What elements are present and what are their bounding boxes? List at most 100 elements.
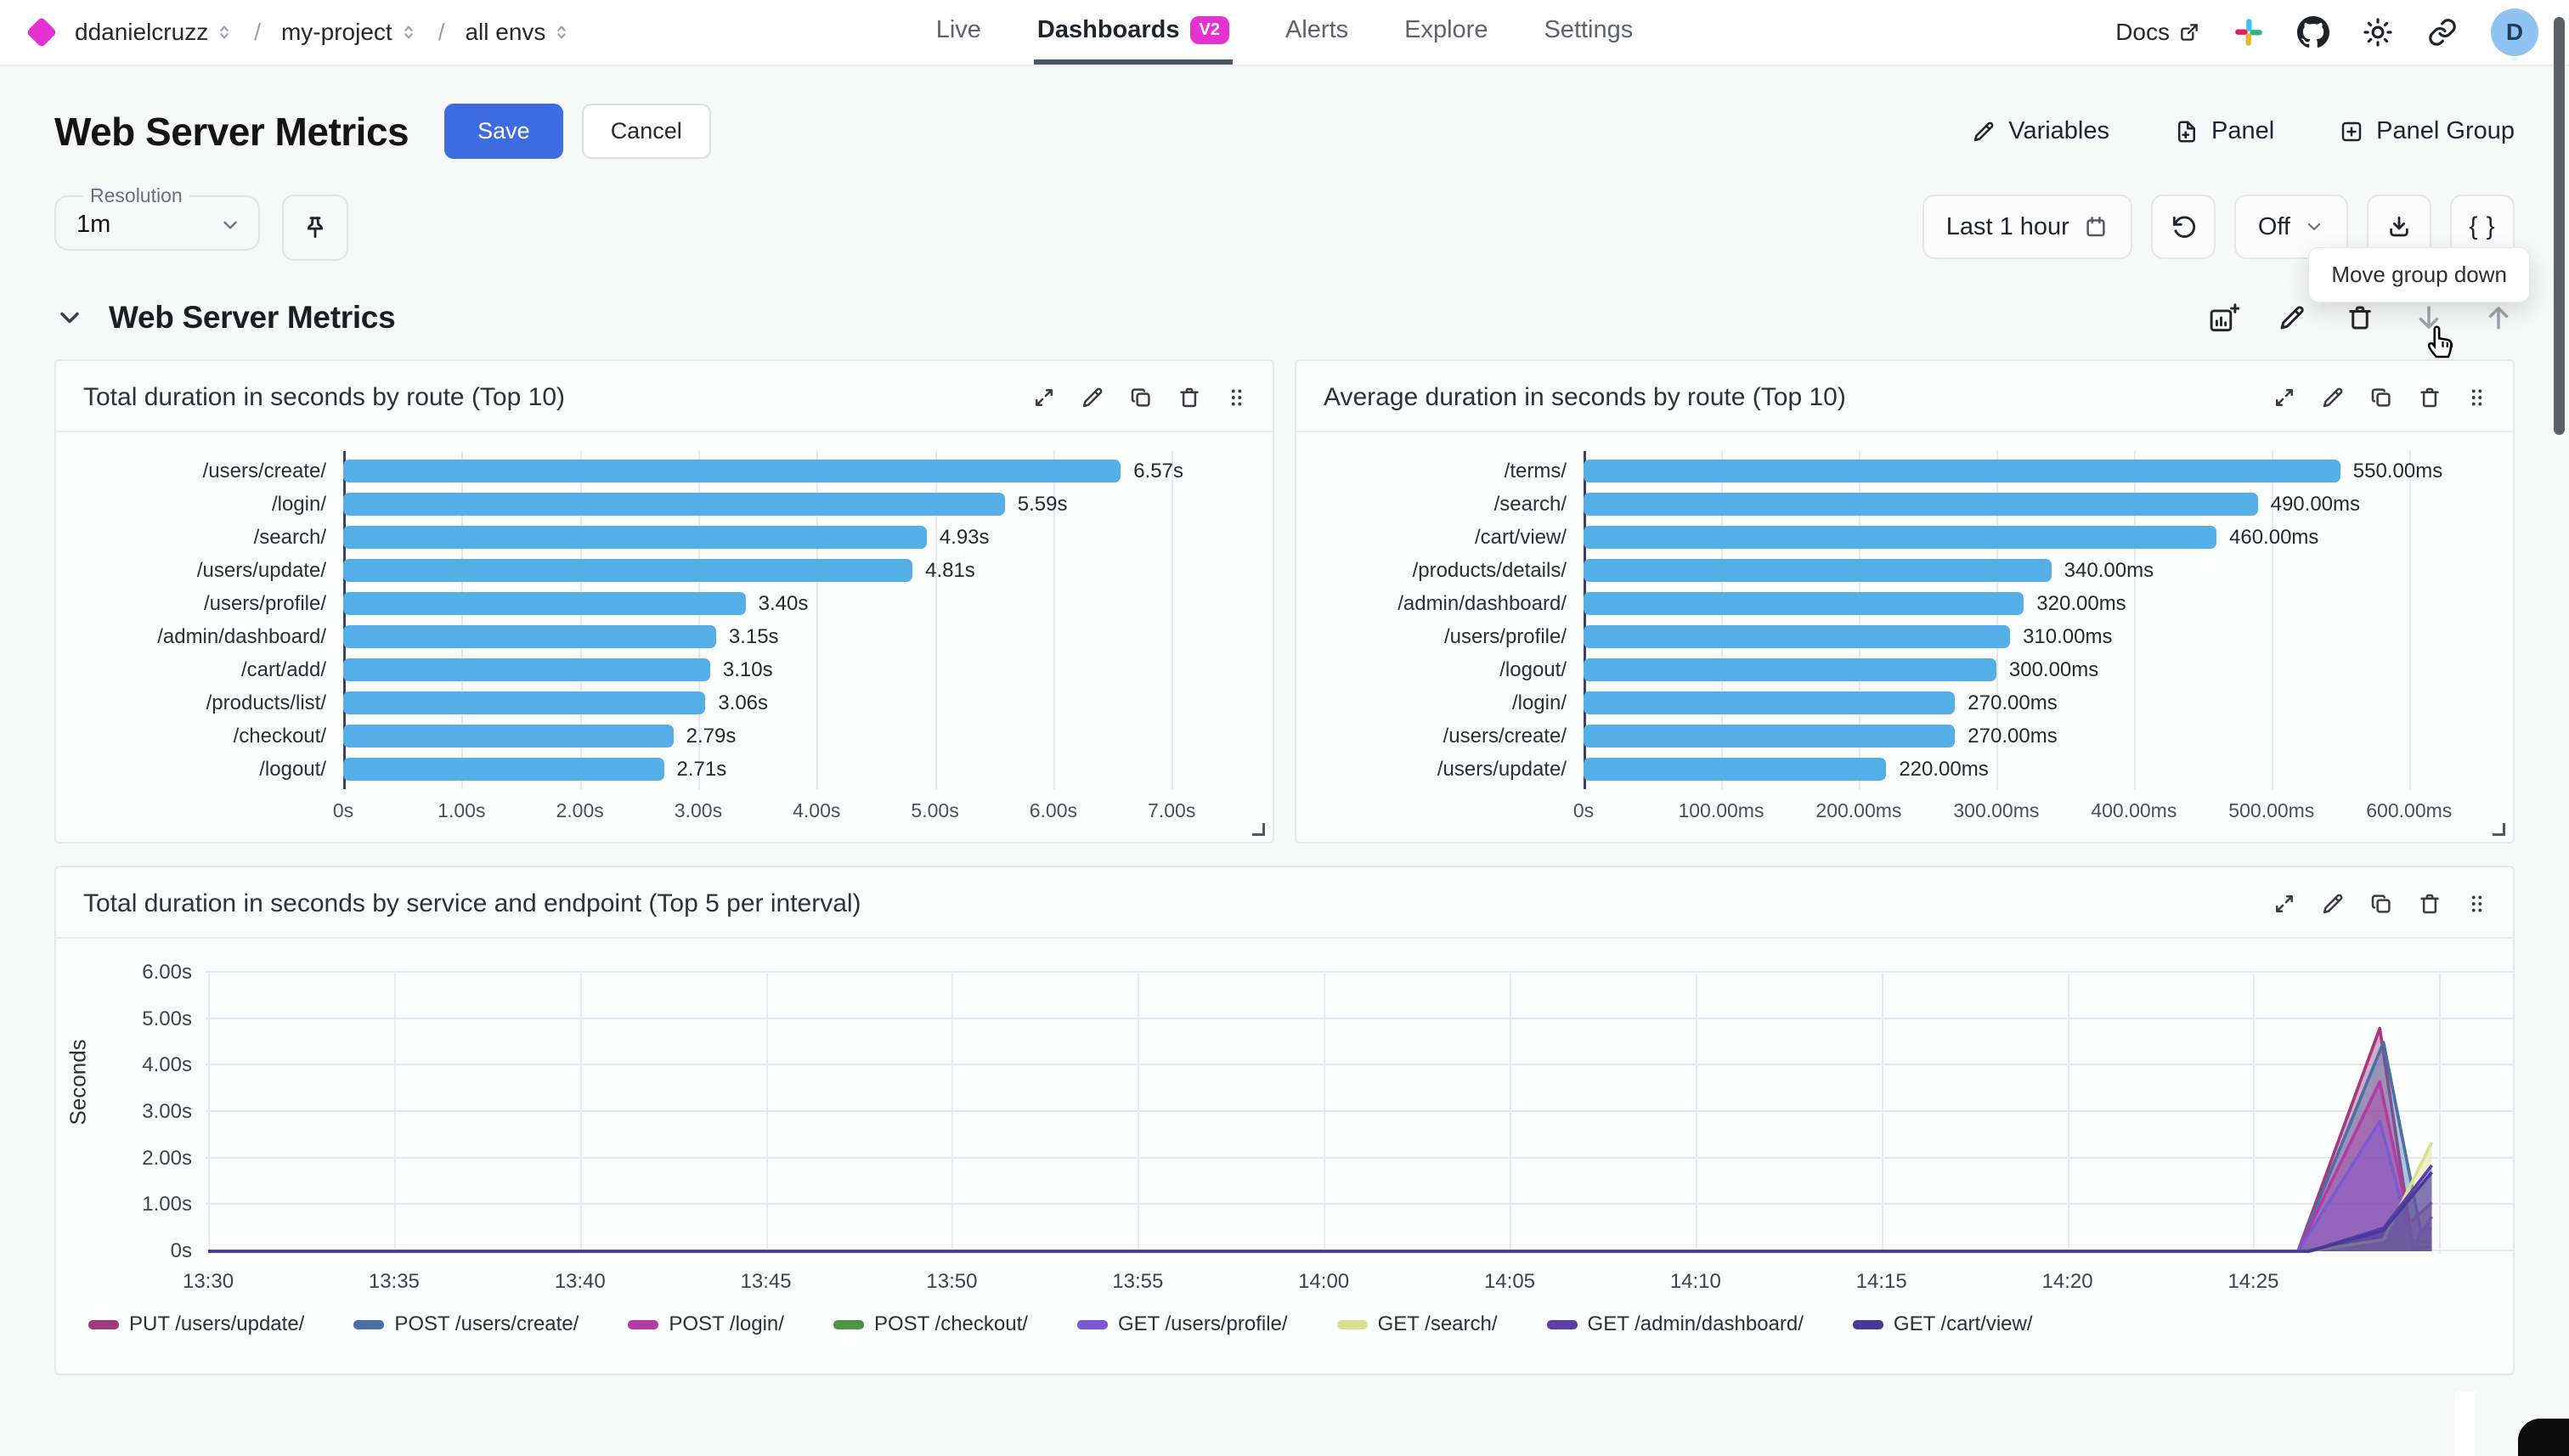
line-series	[208, 1081, 2431, 1251]
delete-panel-button[interactable]	[2417, 385, 2442, 410]
refresh-button[interactable]	[2151, 195, 2216, 259]
add-panel-group-button[interactable]: Panel Group	[2339, 117, 2515, 145]
panel-resize-handle[interactable]	[2493, 823, 2505, 836]
bar-row: /logout/2.71s	[82, 753, 1240, 786]
expand-panel-button[interactable]	[1031, 385, 1057, 410]
duplicate-panel-button[interactable]	[1128, 385, 1154, 410]
expand-panel-button[interactable]	[2272, 891, 2297, 917]
edit-panel-button[interactable]	[1080, 385, 1105, 410]
bar-category-label: /logout/	[82, 758, 343, 782]
tab-dashboards[interactable]: Dashboards V2	[1034, 0, 1233, 65]
bar[interactable]	[343, 526, 927, 549]
bar[interactable]	[343, 658, 710, 681]
collapse-group-button[interactable]	[54, 302, 85, 333]
bar-category-label: /users/update/	[1322, 758, 1584, 782]
duplicate-panel-button[interactable]	[2369, 891, 2394, 917]
user-avatar[interactable]: D	[2491, 8, 2538, 56]
slack-icon[interactable]	[2233, 16, 2265, 48]
bar[interactable]	[343, 493, 1005, 516]
tab-explore[interactable]: Explore	[1401, 0, 1491, 65]
tab-settings[interactable]: Settings	[1540, 0, 1636, 65]
variables-button[interactable]: Variables	[1971, 117, 2109, 145]
y-axis-label: Seconds	[65, 1039, 92, 1125]
bar-row: /users/update/4.81s	[82, 554, 1240, 587]
bar[interactable]	[343, 592, 746, 615]
bar[interactable]	[343, 758, 664, 781]
delete-panel-button[interactable]	[2417, 891, 2442, 917]
bar[interactable]	[1584, 658, 1996, 681]
x-axis-tick: 4.00s	[793, 799, 840, 822]
breadcrumb-env[interactable]: all envs	[465, 19, 571, 46]
time-range-button[interactable]: Last 1 hour	[1923, 195, 2132, 259]
cancel-button[interactable]: Cancel	[582, 104, 711, 159]
bar-row: /search/4.93s	[82, 521, 1240, 554]
delete-panel-button[interactable]	[1177, 385, 1202, 410]
pin-button[interactable]	[282, 195, 348, 261]
bar-category-label: /terms/	[1322, 460, 1584, 483]
legend-item[interactable]: GET /cart/view/	[1853, 1312, 2033, 1336]
bar[interactable]	[343, 559, 912, 582]
bar[interactable]	[343, 625, 716, 648]
move-group-up-button[interactable]	[2482, 302, 2515, 334]
delete-group-button[interactable]	[2345, 302, 2375, 333]
resolution-select[interactable]: Resolution 1m	[54, 184, 260, 251]
share-link-icon[interactable]	[2426, 16, 2459, 48]
add-chart-icon	[2207, 302, 2239, 334]
bar[interactable]	[343, 725, 674, 748]
breadcrumb-org[interactable]: ddanielcruzz	[75, 19, 234, 46]
drag-panel-handle[interactable]	[2465, 385, 2487, 410]
edit-panel-button[interactable]	[2320, 385, 2346, 410]
bar[interactable]	[1584, 493, 2258, 516]
panel-actions	[2272, 385, 2487, 410]
plot-area[interactable]	[206, 971, 2513, 1253]
edit-group-button[interactable]	[2277, 302, 2307, 333]
bar[interactable]	[1584, 725, 1955, 748]
bar[interactable]	[1584, 758, 1886, 781]
breadcrumb-project[interactable]: my-project	[281, 19, 418, 46]
theme-sun-icon[interactable]	[2362, 16, 2394, 48]
edit-panel-button[interactable]	[2320, 891, 2346, 917]
legend-item[interactable]: POST /checkout/	[833, 1312, 1028, 1336]
tab-live[interactable]: Live	[933, 0, 985, 65]
x-axis-tick: 0s	[333, 799, 353, 822]
legend-item[interactable]: GET /admin/dashboard/	[1547, 1312, 1804, 1336]
drag-panel-handle[interactable]	[1225, 385, 1247, 410]
bar[interactable]	[1584, 460, 2340, 483]
drag-panel-handle[interactable]	[2465, 891, 2487, 917]
bar[interactable]	[343, 460, 1121, 483]
docs-link[interactable]: Docs	[2115, 19, 2200, 46]
bar[interactable]	[343, 691, 705, 714]
app-logo[interactable]	[26, 17, 58, 48]
bar-row: /login/270.00ms	[1322, 686, 2481, 720]
duplicate-panel-button[interactable]	[2369, 385, 2394, 410]
breadcrumb-separator: /	[433, 19, 450, 46]
github-icon[interactable]	[2297, 16, 2329, 48]
move-group-down-button[interactable]	[2413, 302, 2445, 334]
main-nav-tabs: Live Dashboards V2 Alerts Explore Settin…	[933, 0, 1637, 65]
bar-category-label: /users/create/	[1322, 725, 1584, 748]
expand-panel-button[interactable]	[2272, 385, 2297, 410]
floating-action-corner[interactable]	[2518, 1419, 2569, 1456]
trash-icon	[1177, 385, 1202, 410]
add-chart-button[interactable]	[2207, 302, 2239, 334]
tab-alerts[interactable]: Alerts	[1282, 0, 1352, 65]
area-series	[208, 1081, 2431, 1251]
bar[interactable]	[1584, 559, 2052, 582]
bar-category-label: /login/	[1322, 691, 1584, 715]
legend-item[interactable]: POST /users/create/	[353, 1312, 579, 1336]
bar-value-label: 5.59s	[1018, 493, 1068, 516]
bar[interactable]	[1584, 625, 2010, 648]
save-button[interactable]: Save	[444, 104, 563, 159]
bar[interactable]	[1584, 592, 2024, 615]
x-axis-tick: 14:20	[2042, 1270, 2093, 1294]
page-scrollbar-thumb[interactable]	[2554, 17, 2565, 435]
bar[interactable]	[1584, 691, 1955, 714]
panel-resize-handle[interactable]	[1252, 823, 1265, 836]
legend-item[interactable]: GET /users/profile/	[1077, 1312, 1288, 1336]
add-panel-button[interactable]: Panel	[2174, 117, 2274, 145]
legend-item[interactable]: POST /login/	[628, 1312, 784, 1336]
title-row: Web Server Metrics Save Cancel Variables…	[54, 104, 2515, 159]
legend-item[interactable]: PUT /users/update/	[88, 1312, 304, 1336]
bar[interactable]	[1584, 526, 2216, 549]
legend-item[interactable]: GET /search/	[1337, 1312, 1498, 1336]
